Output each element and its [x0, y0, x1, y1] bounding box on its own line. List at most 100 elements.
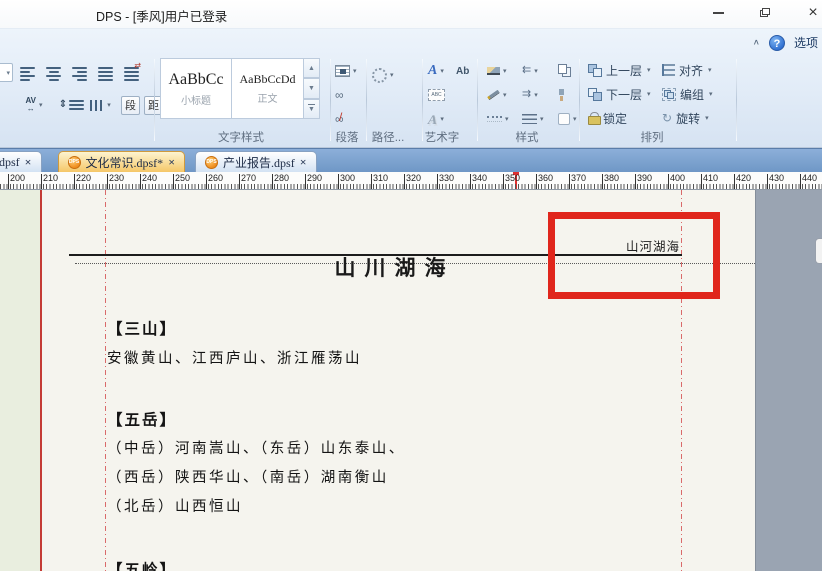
section-heading[interactable]: 【三山】 — [107, 317, 667, 339]
section-lines: （中岳）河南嵩山、（东岳）山东泰山、 （西岳）陕西华山、（南岳）湖南衡山 （北岳… — [107, 435, 667, 522]
collapse-ribbon-icon[interactable]: ∧ — [753, 38, 760, 47]
fill-color-button[interactable] — [486, 60, 508, 81]
align-objects-button[interactable]: 对齐 — [661, 60, 713, 80]
style-item-subtitle[interactable]: AaBbCc 小标题 — [160, 58, 232, 119]
path-button[interactable] — [371, 60, 395, 90]
text-effect-button[interactable]: A — [426, 108, 445, 130]
align-right-icon — [72, 66, 87, 81]
path-icon — [372, 67, 387, 83]
gallery-more-button[interactable]: ▼ — [304, 98, 320, 120]
indent-decrease-button[interactable]: ⇇ — [521, 60, 539, 81]
ruler-number: 440 — [802, 173, 818, 183]
section-line[interactable]: （西岳）陕西华山、（南岳）湖南衡山 — [107, 464, 667, 493]
restore-button[interactable] — [750, 3, 780, 23]
pencil-icon — [487, 89, 500, 100]
group-objects-button[interactable]: 编组 — [661, 84, 714, 104]
bring-forward-button[interactable]: 上一层 — [587, 60, 652, 80]
rotate-button[interactable]: ↻ 旋转 — [661, 108, 710, 128]
group-separator — [736, 59, 737, 141]
wordart-button[interactable]: A — [427, 60, 445, 82]
char-spacing-button[interactable]: AV ↔ — [16, 93, 52, 117]
group-objects-icon — [662, 87, 676, 101]
ruler-major-tick — [173, 174, 174, 189]
ruler-number: 250 — [175, 173, 191, 183]
section-heading[interactable]: 【五岳】 — [107, 408, 667, 430]
ruler-number: 320 — [406, 173, 422, 183]
align-justify-button[interactable] — [94, 61, 117, 86]
group-separator — [579, 59, 580, 141]
dash-style-button[interactable] — [486, 108, 510, 129]
document-body: 【三山】 安徽黄山、江西庐山、浙江雁荡山 【五岳】 （中岳）河南嵩山、（东岳）山… — [107, 317, 667, 571]
align-left-button[interactable] — [16, 61, 39, 86]
ruler-number: 380 — [604, 173, 620, 183]
ruler-number: 340 — [472, 173, 488, 183]
margin-guide-left — [105, 190, 106, 571]
section-line[interactable]: （中岳）河南嵩山、（东岳）山东泰山、 — [107, 435, 667, 464]
columns-icon — [90, 99, 105, 111]
ruler-number: 230 — [109, 173, 125, 183]
tab-close-icon[interactable]: × — [25, 156, 32, 168]
shape-style-button[interactable] — [557, 108, 578, 129]
style-item-body[interactable]: AaBbCcDd 正文 — [232, 58, 304, 119]
line-weight-button[interactable] — [521, 108, 545, 129]
tab-document-3[interactable]: DPS 产业报告.dpsf × — [195, 151, 317, 172]
gallery-down-button[interactable]: ▼ — [304, 78, 320, 99]
send-backward-button[interactable]: 下一层 — [587, 84, 652, 104]
tab-document-1[interactable]: .dpsf × — [0, 151, 42, 172]
align-distribute-button[interactable]: ⇄ — [120, 61, 143, 86]
close-button[interactable]: × — [798, 3, 822, 23]
ruler-number: 390 — [637, 173, 653, 183]
group-separator — [477, 59, 478, 141]
ruler-major-tick — [767, 174, 768, 189]
arrows-left-icon: ⇇ — [522, 64, 532, 76]
ruler-major-tick — [800, 174, 801, 189]
font-combo-partial[interactable] — [0, 63, 13, 82]
format-painter-button[interactable] — [557, 84, 566, 105]
help-icon[interactable]: ? — [768, 34, 785, 51]
style-preview: AaBbCcDd — [239, 72, 296, 86]
ruler-major-tick — [272, 174, 273, 189]
unlink-button[interactable]: ∞ — [334, 108, 345, 130]
ruler: 200 210 220 230 240 250 260 270 280 290 300 310 320 3… — [0, 172, 822, 190]
ruler-major-tick — [338, 174, 339, 189]
paragraph-settings-button[interactable]: 段 — [121, 95, 140, 115]
ruler-number: 370 — [571, 173, 587, 183]
vertical-scrollbar-thumb[interactable] — [815, 238, 822, 264]
document-page[interactable]: 山河湖海 山川湖海 【三山】 安徽黄山、江西庐山、浙江雁荡山 【五岳】 （中岳）… — [42, 190, 756, 571]
line-spacing-button[interactable]: ⇕ — [56, 93, 85, 117]
ruler-major-tick — [437, 174, 438, 189]
tab-label: 产业报告.dpsf — [223, 155, 295, 170]
duplicate-style-button[interactable] — [557, 60, 572, 81]
document-tab-bar: .dpsf × DPS 文化常识.dpsf* × DPS 产业报告.dpsf × — [0, 148, 822, 172]
link-button[interactable]: ∞ — [334, 84, 345, 106]
ruler-number: 400 — [670, 173, 686, 183]
ruler-number: 290 — [307, 173, 323, 183]
ruler-major-tick — [8, 174, 9, 189]
tab-close-icon[interactable]: × — [168, 156, 175, 168]
tab-document-2-active[interactable]: DPS 文化常识.dpsf* × — [57, 151, 186, 172]
align-left-icon — [20, 66, 35, 81]
text-border-button[interactable]: ABC — [427, 84, 446, 106]
section-line[interactable]: 安徽黄山、江西庐山、浙江雁荡山 — [107, 345, 667, 374]
align-distribute-icon: ⇄ — [124, 61, 141, 81]
dps-window: DPS - [季风]用户已登录 × ∧ ? 选项 ⇄ AV↔ ⇕ — [0, 0, 822, 571]
minimize-button[interactable] — [703, 3, 733, 23]
ruler-major-tick — [371, 174, 372, 189]
gallery-up-button[interactable]: ▲ — [304, 58, 320, 79]
section-heading[interactable]: 【五岭】 — [107, 558, 667, 571]
line-color-button[interactable] — [486, 84, 508, 105]
options-button[interactable]: 选项 — [794, 34, 818, 51]
tab-close-icon[interactable]: × — [300, 156, 307, 168]
lock-button[interactable]: 锁定 — [587, 108, 628, 128]
section-line[interactable]: （北岳）山西恒山 — [107, 493, 667, 522]
ruler-major-tick — [569, 174, 570, 189]
columns-button[interactable] — [84, 93, 117, 117]
align-center-button[interactable] — [42, 61, 65, 86]
ruler-major-tick — [635, 174, 636, 189]
change-case-button[interactable]: Ab — [455, 60, 470, 82]
align-right-button[interactable] — [68, 61, 91, 86]
line-spacing-icon: ⇕ — [58, 99, 68, 110]
editor-canvas: 山河湖海 山川湖海 【三山】 安徽黄山、江西庐山、浙江雁荡山 【五岳】 （中岳）… — [0, 190, 822, 571]
indent-increase-button[interactable]: ⇉ — [521, 84, 539, 105]
text-wrap-button[interactable] — [334, 60, 358, 82]
